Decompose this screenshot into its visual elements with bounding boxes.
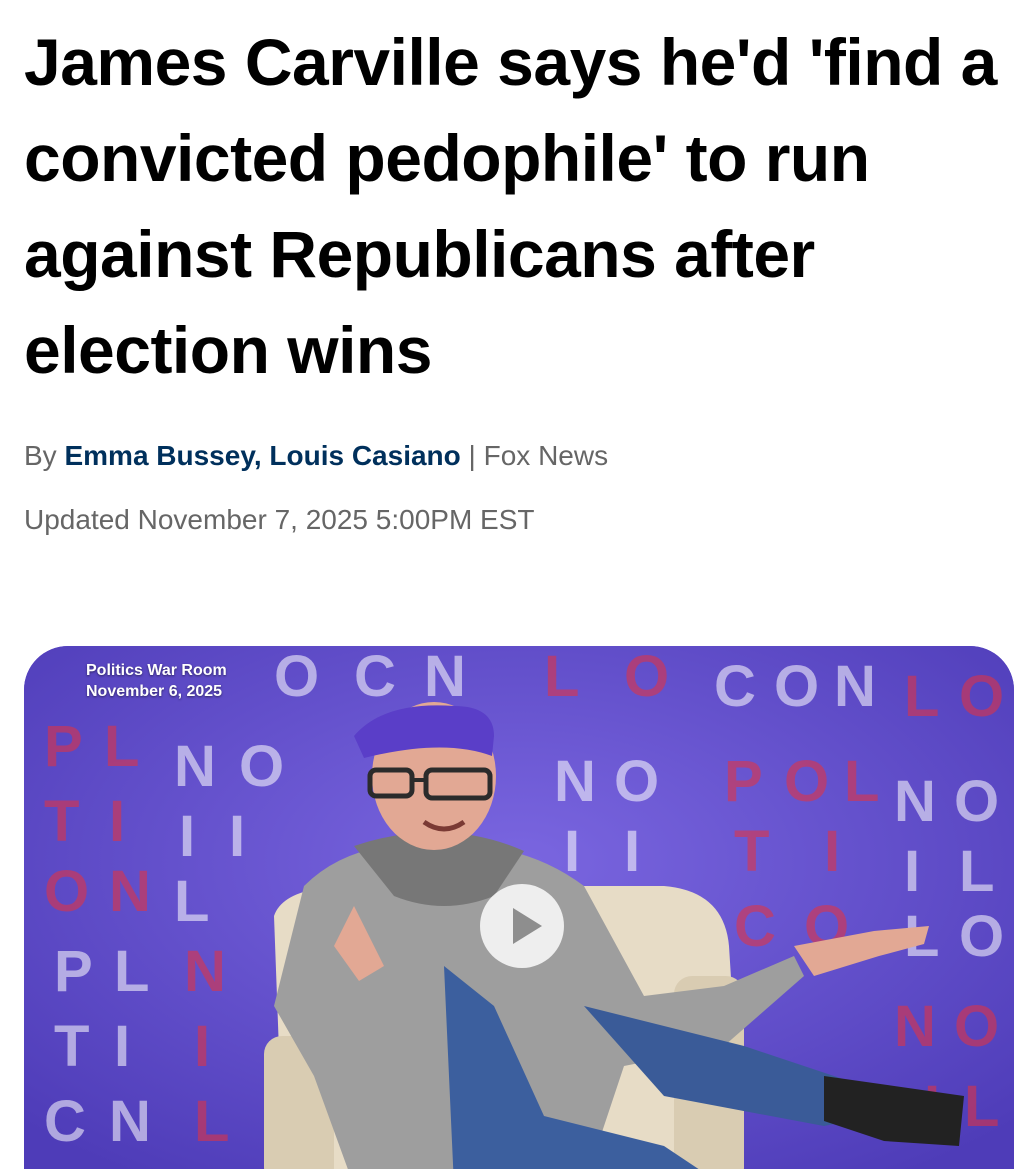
video-player[interactable]: P L N O T I I I O N L P L N T I I C N L … xyxy=(24,646,1014,1169)
source-separator: | xyxy=(468,440,476,471)
svg-text:O: O xyxy=(239,734,284,799)
updated-timestamp: Updated November 7, 2025 5:00PM EST xyxy=(24,504,535,535)
svg-text:O: O xyxy=(954,769,999,834)
svg-text:O: O xyxy=(624,646,669,709)
svg-text:O: O xyxy=(954,994,999,1059)
byline: By Emma Bussey, Louis Casiano | Fox News xyxy=(24,436,608,476)
svg-text:O: O xyxy=(44,859,89,924)
svg-text:O: O xyxy=(274,646,319,709)
svg-text:O: O xyxy=(784,749,829,814)
svg-text:P: P xyxy=(44,714,83,779)
svg-text:O: O xyxy=(614,749,659,814)
svg-text:N: N xyxy=(894,994,936,1059)
svg-text:C: C xyxy=(354,646,396,709)
svg-text:L: L xyxy=(114,939,149,1004)
svg-text:I: I xyxy=(904,839,920,904)
play-icon xyxy=(513,908,542,944)
svg-text:L: L xyxy=(959,839,994,904)
svg-text:I: I xyxy=(624,819,640,884)
svg-text:L: L xyxy=(174,869,209,934)
svg-text:P: P xyxy=(54,939,93,1004)
svg-text:O: O xyxy=(959,664,1004,729)
author-link-emma-bussey[interactable]: Emma Bussey xyxy=(64,440,253,471)
svg-text:L: L xyxy=(104,714,139,779)
author-separator: , xyxy=(253,440,270,471)
play-button[interactable] xyxy=(480,884,564,968)
svg-text:L: L xyxy=(194,1089,229,1154)
svg-text:I: I xyxy=(114,1014,130,1079)
author-link-louis-casiano[interactable]: Louis Casiano xyxy=(269,440,460,471)
svg-text:O: O xyxy=(959,904,1004,969)
svg-text:N: N xyxy=(109,859,151,924)
svg-text:L: L xyxy=(844,749,879,814)
video-overlay: Politics War Room November 6, 2025 xyxy=(86,660,227,702)
svg-text:C: C xyxy=(44,1089,86,1154)
svg-text:C: C xyxy=(734,894,776,959)
svg-text:L: L xyxy=(904,664,939,729)
article-headline: James Carville says he'd 'find a convict… xyxy=(24,25,997,387)
svg-text:N: N xyxy=(894,769,936,834)
svg-text:N: N xyxy=(424,646,466,709)
svg-text:I: I xyxy=(824,819,840,884)
svg-text:T: T xyxy=(54,1014,89,1079)
video-overlay-date: November 6, 2025 xyxy=(86,683,223,700)
byline-prefix: By xyxy=(24,440,57,471)
svg-text:N: N xyxy=(174,734,216,799)
svg-text:I: I xyxy=(229,804,245,869)
svg-text:N: N xyxy=(184,939,226,1004)
svg-text:C: C xyxy=(714,654,756,719)
svg-text:I: I xyxy=(179,804,195,869)
svg-text:I: I xyxy=(194,1014,210,1079)
svg-text:L: L xyxy=(964,1074,999,1139)
svg-text:I: I xyxy=(109,789,125,854)
svg-text:N: N xyxy=(109,1089,151,1154)
svg-text:N: N xyxy=(554,749,596,814)
svg-text:T: T xyxy=(44,789,79,854)
svg-text:N: N xyxy=(834,654,876,719)
video-overlay-title: Politics War Room xyxy=(86,662,227,679)
svg-text:P: P xyxy=(724,749,763,814)
svg-text:T: T xyxy=(734,819,769,884)
source-name: Fox News xyxy=(483,440,609,471)
svg-text:O: O xyxy=(774,654,819,719)
svg-text:L: L xyxy=(544,646,579,709)
